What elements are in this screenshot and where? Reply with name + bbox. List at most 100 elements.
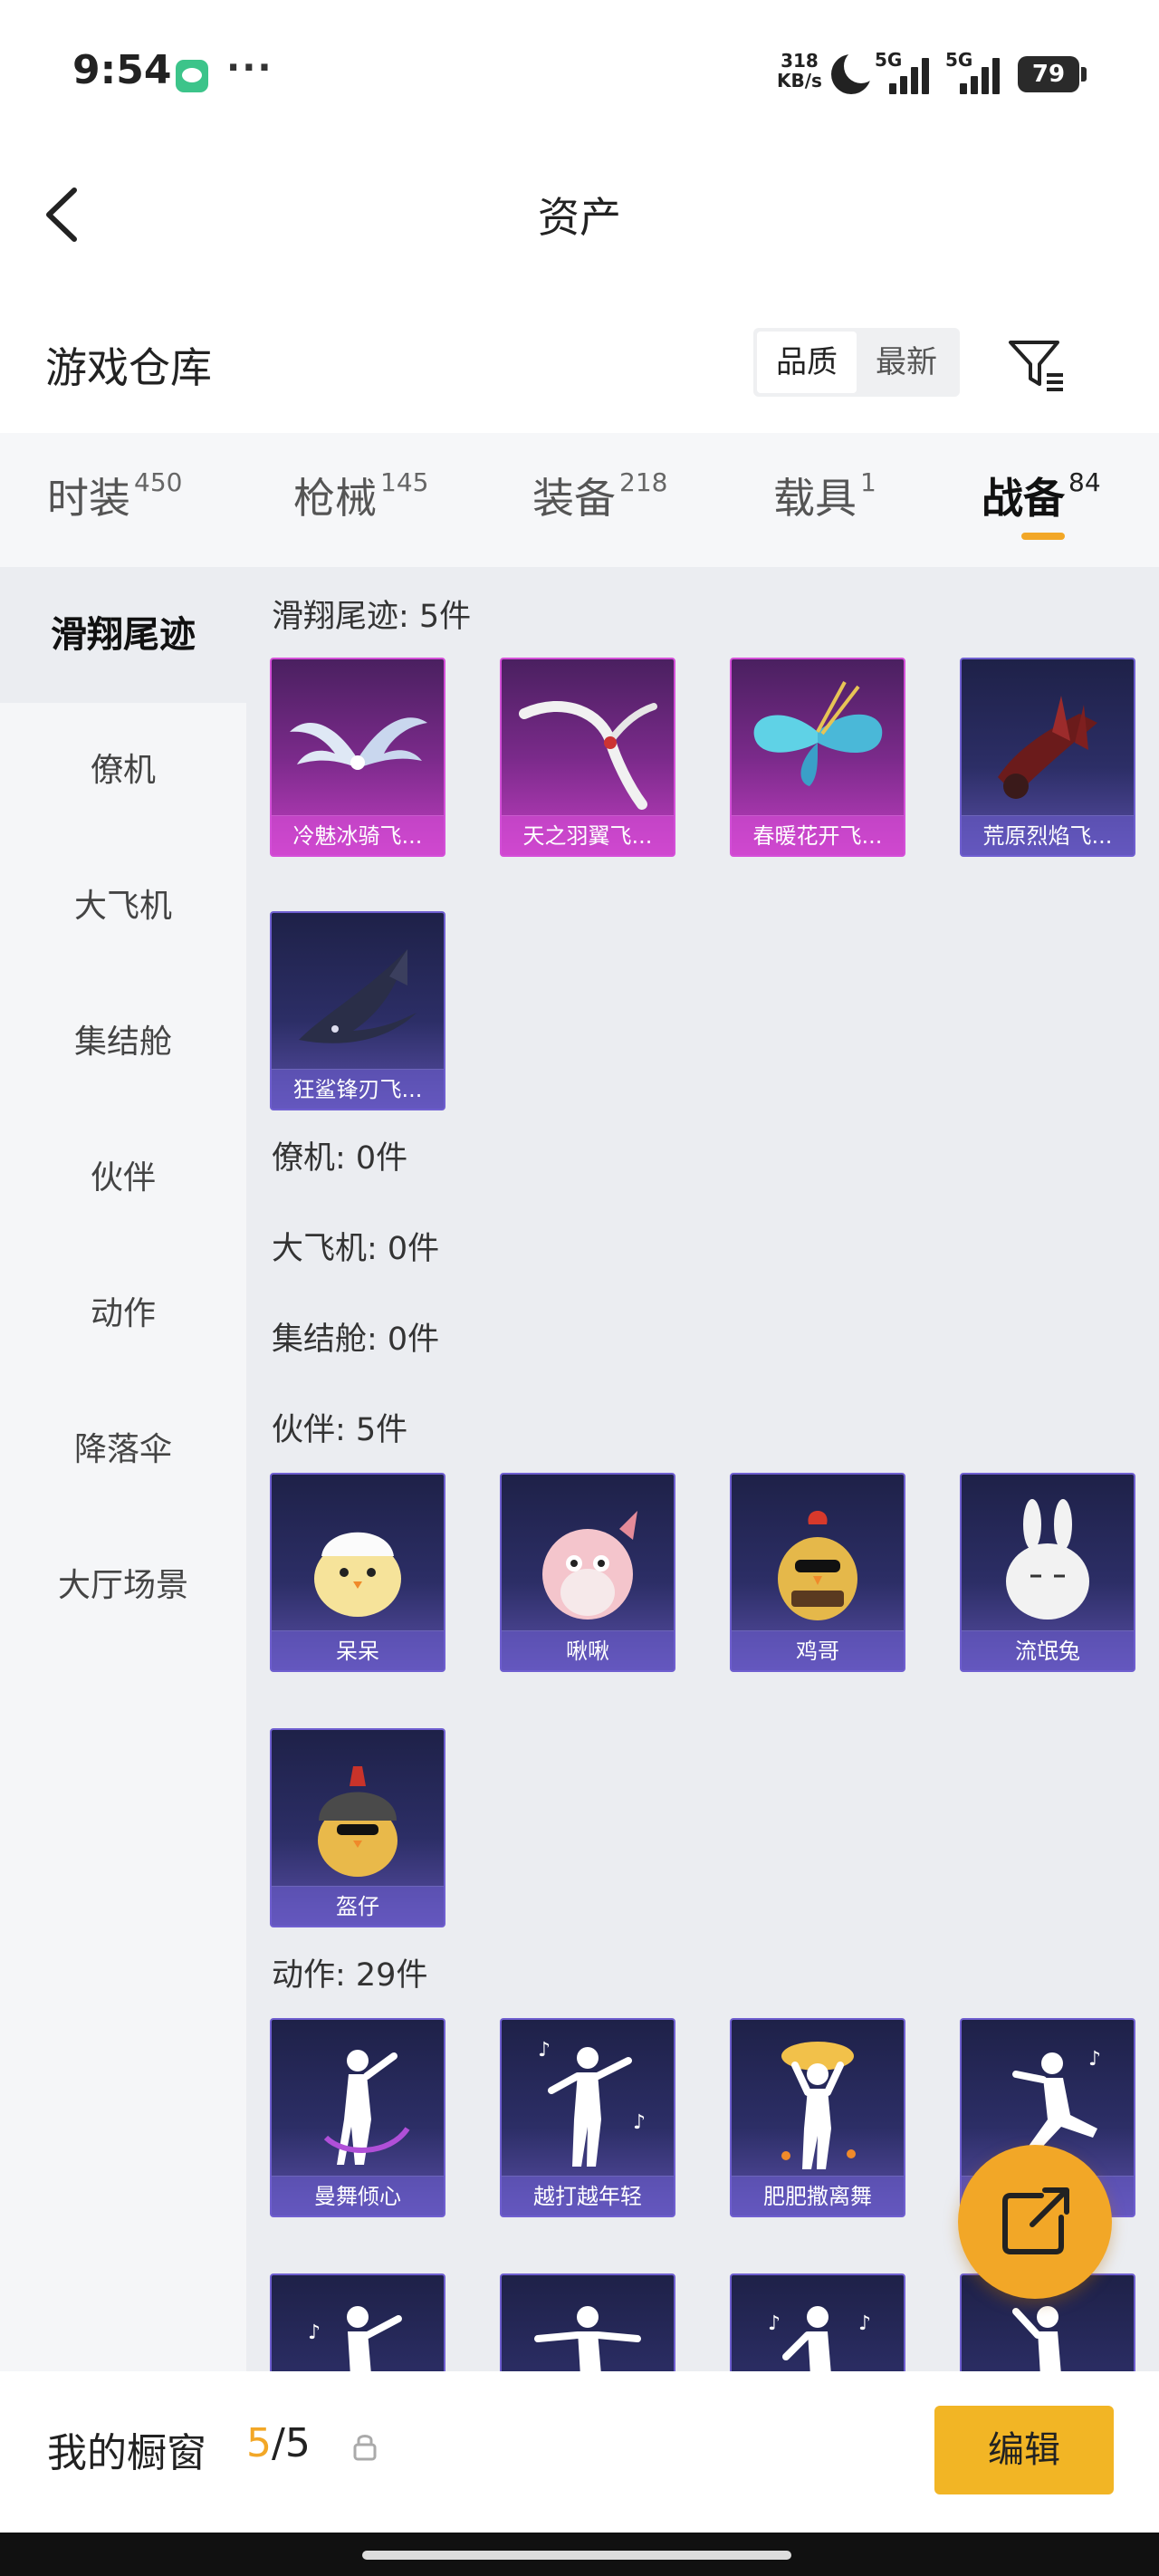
tab-combat-gear-count: 84 bbox=[1068, 467, 1101, 497]
item-card[interactable]: 荒原烈焰飞... bbox=[960, 658, 1135, 857]
tab-equipment-label: 装备 bbox=[532, 474, 616, 523]
sidebar-item-wingman[interactable]: 僚机 bbox=[0, 703, 246, 839]
sidebar-item-emote[interactable]: 动作 bbox=[0, 1246, 246, 1382]
signal-sim1-icon: 5G bbox=[875, 49, 929, 94]
item-card[interactable] bbox=[500, 2273, 675, 2379]
tab-firearms-count: 145 bbox=[380, 467, 429, 497]
item-card[interactable]: ♪ bbox=[270, 2273, 445, 2379]
item-name: 肥肥撒离舞 bbox=[732, 2176, 904, 2216]
dancer-silhouette-image bbox=[781, 2042, 856, 2169]
share-external-icon[interactable] bbox=[958, 2145, 1112, 2299]
svg-text:♪: ♪ bbox=[1088, 2048, 1101, 2071]
item-name: 呆呆 bbox=[272, 1630, 444, 1670]
sidebar-item-big-plane[interactable]: 大飞机 bbox=[0, 839, 246, 975]
item-card[interactable]: 肥肥撒离舞 bbox=[730, 2018, 905, 2217]
tab-vehicles[interactable]: 载具 1 bbox=[773, 466, 876, 525]
item-card[interactable]: 啾啾 bbox=[500, 1473, 675, 1672]
item-card[interactable]: 流氓兔 bbox=[960, 1473, 1135, 1672]
category-label-assembly-pod: 集结舱: 0件 bbox=[272, 1322, 440, 1358]
sidebar-item-parachute[interactable]: 降落伞 bbox=[0, 1382, 246, 1518]
pink-bird-companion-image bbox=[542, 1511, 637, 1620]
rabbit-companion-image bbox=[1006, 1499, 1089, 1620]
item-card[interactable]: 曼舞倾心 bbox=[270, 2018, 445, 2217]
sort-by-quality[interactable]: 品质 bbox=[757, 332, 857, 393]
item-card[interactable]: 呆呆 bbox=[270, 1473, 445, 1672]
tab-vehicles-count: 1 bbox=[860, 467, 876, 497]
category-tabs: 时装 450 枪械 145 装备 218 载具 1 战备 84 bbox=[0, 433, 1159, 567]
svg-text:♪: ♪ bbox=[768, 2312, 781, 2335]
tab-vehicles-label: 载具 bbox=[773, 474, 857, 523]
dancer-silhouette-image: ♪ bbox=[308, 2306, 402, 2379]
warehouse-title: 游戏仓库 bbox=[45, 343, 212, 392]
dancer-silhouette-image bbox=[534, 2306, 641, 2379]
item-name: 曼舞倾心 bbox=[272, 2176, 444, 2216]
tab-fashion-label: 时装 bbox=[47, 474, 130, 523]
svg-text:♪: ♪ bbox=[858, 2312, 871, 2335]
shark-trail-image bbox=[299, 949, 417, 1043]
item-name: 狂鲨锋刃飞... bbox=[272, 1069, 444, 1109]
item-name: 流氓兔 bbox=[962, 1630, 1134, 1670]
ice-wing-trail-image bbox=[290, 717, 427, 770]
tab-firearms[interactable]: 枪械 145 bbox=[293, 466, 428, 525]
item-name: 春暖花开飞... bbox=[732, 815, 904, 855]
butterfly-trail-image bbox=[753, 681, 883, 786]
tab-fashion[interactable]: 时装 450 bbox=[47, 466, 182, 525]
item-grid: 滑翔尾迹: 5件 冷魅冰骑飞... 天之羽翼飞... 春暖花开飞... 荒原烈焰… bbox=[246, 567, 1159, 2379]
showcase-count: 5/5 bbox=[246, 2420, 311, 2466]
item-card[interactable]: 鸡哥 bbox=[730, 1473, 905, 1672]
item-card[interactable]: ♪ ♪ bbox=[730, 2273, 905, 2379]
dancer-silhouette-image: ♪ ♪ bbox=[538, 2039, 646, 2167]
item-card[interactable]: 春暖花开飞... bbox=[730, 658, 905, 857]
item-card[interactable]: 天之羽翼飞... bbox=[500, 658, 675, 857]
active-tab-indicator bbox=[1021, 533, 1065, 540]
edit-button[interactable]: 编辑 bbox=[934, 2406, 1114, 2494]
item-name: 天之羽翼飞... bbox=[502, 815, 674, 855]
item-card[interactable]: 狂鲨锋刃飞... bbox=[270, 911, 445, 1110]
network-speed-unit: KB/s bbox=[777, 70, 822, 91]
item-card[interactable]: 冷魅冰骑飞... bbox=[270, 658, 445, 857]
svg-text:♪: ♪ bbox=[538, 2039, 551, 2062]
do-not-disturb-moon-icon bbox=[831, 49, 878, 94]
home-indicator[interactable] bbox=[362, 2551, 791, 2560]
item-name: 鸡哥 bbox=[732, 1630, 904, 1670]
network-speed: 318 KB/s bbox=[777, 51, 822, 91]
item-name: 越打越年轻 bbox=[502, 2176, 674, 2216]
flame-trail-image bbox=[998, 696, 1097, 799]
signal-sim2-icon: 5G bbox=[945, 49, 1000, 94]
tab-equipment-count: 218 bbox=[619, 467, 668, 497]
sidebar-item-glide-trail[interactable]: 滑翔尾迹 bbox=[0, 567, 246, 703]
status-bar: 9:54 ··· 318 KB/s 5G 5G 79 bbox=[0, 0, 1159, 145]
svg-text:♪: ♪ bbox=[308, 2321, 321, 2344]
svg-text:♪: ♪ bbox=[633, 2111, 646, 2134]
tab-equipment[interactable]: 装备 218 bbox=[532, 466, 667, 525]
category-label-big-plane: 大飞机: 0件 bbox=[272, 1231, 440, 1267]
nav-bar: 资产 bbox=[0, 145, 1159, 281]
item-name: 冷魅冰骑飞... bbox=[272, 815, 444, 855]
item-card[interactable]: 盔仔 bbox=[270, 1728, 445, 1927]
lock-icon bbox=[351, 2431, 378, 2462]
sort-toggle: 品质 最新 bbox=[753, 328, 960, 397]
tab-combat-gear-label: 战备 bbox=[982, 474, 1065, 523]
filter-icon[interactable] bbox=[1007, 335, 1067, 395]
sim2-network-type: 5G bbox=[945, 49, 973, 71]
sidebar-item-lobby-scene[interactable]: 大厅场景 bbox=[0, 1518, 246, 1654]
item-name: 荒原烈焰飞... bbox=[962, 815, 1134, 855]
tab-combat-gear[interactable]: 战备 84 bbox=[982, 466, 1101, 525]
dancer-silhouette-image: ♪ ♪ bbox=[768, 2306, 871, 2379]
item-name: 啾啾 bbox=[502, 1630, 674, 1670]
angel-wing-trail-image bbox=[519, 701, 657, 810]
showcase-count-total: /5 bbox=[272, 2420, 311, 2466]
sidebar-item-assembly-pod[interactable]: 集结舱 bbox=[0, 975, 246, 1110]
sort-by-newest[interactable]: 最新 bbox=[857, 332, 956, 393]
network-speed-value: 318 bbox=[781, 50, 819, 72]
category-label-wingman: 僚机: 0件 bbox=[272, 1140, 408, 1177]
warehouse-header: 游戏仓库 品质 最新 bbox=[0, 281, 1159, 433]
rooster-companion-image bbox=[778, 1511, 857, 1620]
dancer-silhouette-image bbox=[323, 2050, 410, 2165]
status-time: 9:54 bbox=[72, 47, 172, 93]
sidebar-item-companion[interactable]: 伙伴 bbox=[0, 1110, 246, 1246]
item-name: 盔仔 bbox=[272, 1886, 444, 1926]
item-card[interactable]: ♪ ♪ 越打越年轻 bbox=[500, 2018, 675, 2217]
tab-fashion-count: 450 bbox=[134, 467, 183, 497]
system-home-bar bbox=[0, 2533, 1159, 2576]
